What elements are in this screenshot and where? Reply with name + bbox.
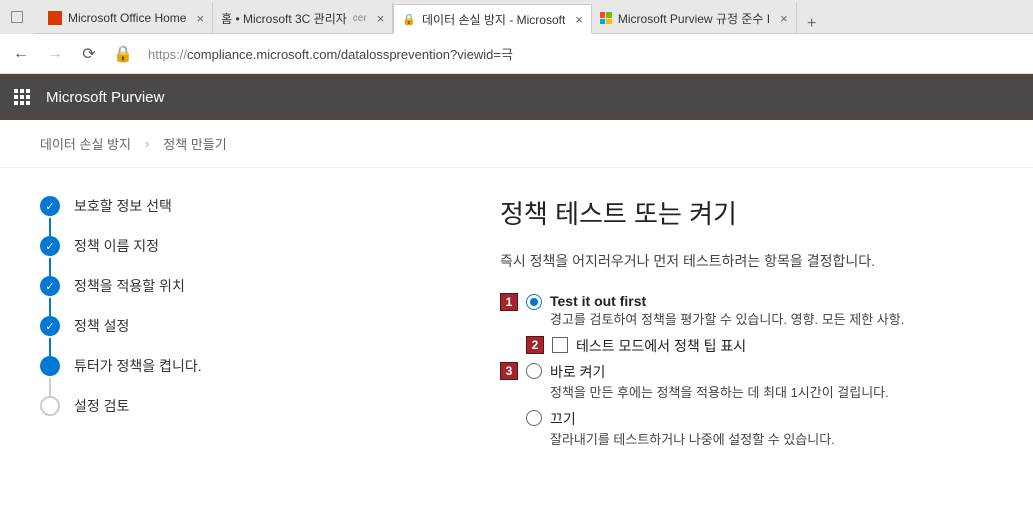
chevron-right-icon: ›: [145, 136, 149, 151]
option-test-first: 1 Test it out first 경고를 검토하여 정책을 평가할 수 있…: [500, 293, 993, 328]
browser-tab-strip: Microsoft Office Home × 홈 • Microsoft 3C…: [0, 0, 1033, 34]
url-protocol: https://: [148, 47, 187, 62]
close-icon[interactable]: ×: [575, 12, 583, 27]
main-content: 보호할 정보 선택 정책 이름 지정 정책을 적용할 위치 정책 설정 튜터가 …: [0, 168, 1033, 512]
page-description: 즉시 정책을 어지러우거나 먼저 테스트하려는 항목을 결정합니다.: [500, 251, 993, 271]
wizard-step[interactable]: 보호할 정보 선택: [40, 196, 420, 236]
tab-label: Microsoft Office Home: [68, 11, 186, 25]
option-turn-on: 3 바로 켜기 정책을 만든 후에는 정책을 적용하는 데 최대 1시간이 걸립…: [500, 362, 993, 401]
option-show-tips: 2 테스트 모드에서 정책 팁 표시: [526, 336, 993, 356]
url-text: compliance.microsoft.com/datalossprevent…: [187, 47, 513, 62]
option-sub: 정책을 만든 후에는 정책을 적용하는 데 최대 1시간이 걸립니다.: [550, 382, 993, 401]
wizard-step-current[interactable]: 튜터가 정책을 켭니다.: [40, 356, 420, 396]
refresh-icon[interactable]: ⟳: [80, 44, 98, 64]
wizard-step[interactable]: 설정 검토: [40, 396, 420, 436]
step-label: 보호할 정보 선택: [74, 196, 172, 216]
close-icon[interactable]: ×: [377, 11, 385, 26]
wizard-step[interactable]: 정책 이름 지정: [40, 236, 420, 276]
tab-suffix: cer: [353, 13, 367, 24]
breadcrumb-current: 정책 만들기: [163, 134, 226, 153]
step-label: 정책 설정: [74, 316, 129, 336]
option-sub: 경고를 검토하여 정책을 평가할 수 있습니다. 영향. 모든 제한 사항.: [550, 309, 993, 328]
option-sub: 잘라내기를 테스트하거나 나중에 설정할 수 있습니다.: [550, 429, 993, 448]
callout-badge-2: 2: [526, 336, 544, 354]
step-label: 정책 이름 지정: [74, 236, 159, 256]
browser-tab-3[interactable]: 🔒 데이터 손실 방지 - Microsoft ×: [393, 4, 592, 34]
browser-tab-4[interactable]: Microsoft Purview 규정 준수 I ×: [592, 3, 797, 33]
callout-badge-1: 1: [500, 293, 518, 311]
forward-icon[interactable]: →: [46, 45, 64, 63]
page-title: 정책 테스트 또는 켜기: [500, 194, 993, 231]
step-done-icon: [40, 196, 60, 216]
tab-label: Microsoft Purview 규정 준수 I: [618, 10, 770, 27]
option-turn-off: 끄기 잘라내기를 테스트하거나 나중에 설정할 수 있습니다.: [526, 409, 993, 448]
product-name: Microsoft Purview: [46, 89, 164, 106]
app-header: Microsoft Purview: [0, 74, 1033, 120]
wizard-panel: 정책 테스트 또는 켜기 즉시 정책을 어지러우거나 먼저 테스트하려는 항목을…: [460, 168, 1033, 512]
url-field[interactable]: https://compliance.microsoft.com/datalos…: [148, 44, 1021, 63]
radio-test-first[interactable]: [526, 294, 542, 310]
step-done-icon: [40, 316, 60, 336]
wizard-step[interactable]: 정책 설정: [40, 316, 420, 356]
step-pending-icon: [40, 396, 60, 416]
step-current-icon: [40, 356, 60, 376]
step-label: 정책을 적용할 위치: [74, 276, 185, 296]
tab-sidebar-toggle[interactable]: [0, 0, 34, 34]
wizard-step[interactable]: 정책을 적용할 위치: [40, 276, 420, 316]
tab-label: 데이터 손실 방지 - Microsoft: [422, 11, 565, 28]
new-tab-button[interactable]: +: [797, 15, 827, 33]
site-info-icon[interactable]: 🔒: [114, 44, 132, 64]
checkbox-show-policy-tips[interactable]: [552, 337, 568, 353]
step-done-icon: [40, 236, 60, 256]
browser-tab-2[interactable]: 홈 • Microsoft 3C 관리자 cer ×: [213, 3, 393, 33]
option-label: Test it out first: [550, 293, 993, 309]
back-icon[interactable]: ←: [12, 45, 30, 63]
wizard-steps: 보호할 정보 선택 정책 이름 지정 정책을 적용할 위치 정책 설정 튜터가 …: [0, 168, 460, 512]
radio-turn-on[interactable]: [526, 363, 542, 379]
breadcrumb-root[interactable]: 데이터 손실 방지: [40, 134, 131, 153]
microsoft-icon: [600, 12, 612, 24]
lock-icon: 🔒: [402, 13, 416, 26]
callout-badge-3: 3: [500, 362, 518, 380]
address-bar: ← → ⟳ 🔒 https://compliance.microsoft.com…: [0, 34, 1033, 74]
option-label: 끄기: [550, 409, 993, 429]
close-icon[interactable]: ×: [196, 11, 204, 26]
breadcrumb: 데이터 손실 방지 › 정책 만들기: [0, 120, 1033, 168]
close-icon[interactable]: ×: [780, 11, 788, 26]
step-done-icon: [40, 276, 60, 296]
option-label: 바로 켜기: [550, 362, 993, 382]
tab-label: 홈 • Microsoft 3C 관리자: [221, 10, 347, 27]
radio-turn-off[interactable]: [526, 410, 542, 426]
browser-tab-1[interactable]: Microsoft Office Home ×: [40, 3, 213, 33]
option-label: 테스트 모드에서 정책 팁 표시: [576, 336, 993, 356]
step-label: 튜터가 정책을 켭니다.: [74, 356, 202, 376]
office-icon: [48, 11, 62, 25]
step-label: 설정 검토: [74, 396, 129, 416]
app-launcher-icon[interactable]: [14, 89, 30, 105]
